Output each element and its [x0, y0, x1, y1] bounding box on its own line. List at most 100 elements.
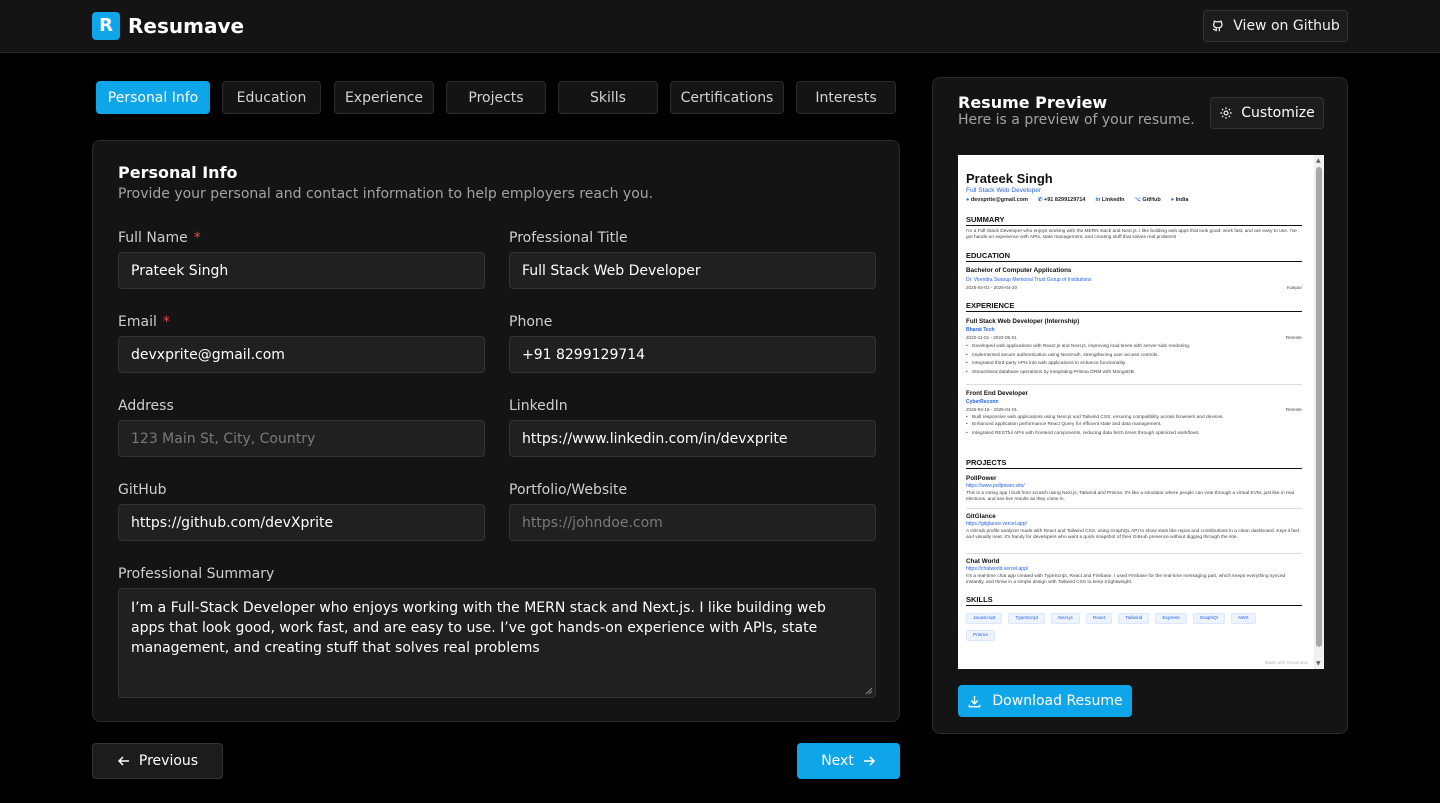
tab-interests[interactable]: Interests [796, 81, 896, 114]
email-label-text: Email [118, 314, 157, 330]
resume-job-location: Remote [1285, 335, 1302, 340]
resume-education-heading: EDUCATION [966, 251, 1302, 262]
resume-job-dates: 2022-11-01 - 2023-05-01 [966, 335, 1017, 340]
tab-projects[interactable]: Projects [446, 81, 546, 114]
previous-button-label: Previous [138, 753, 199, 769]
resume-bullet: Built responsive web applications using … [966, 414, 1302, 421]
preview-scrollbar[interactable]: ▲ ▼ [1314, 155, 1324, 669]
resume-project-desc: This is a voting app I built from scratc… [966, 491, 1294, 502]
github-icon: ⌥ [1134, 197, 1141, 203]
resume-job-title: Front End Developer [966, 390, 1028, 397]
next-button[interactable]: Next [797, 743, 900, 779]
linkedin-input[interactable]: https://www.linkedin.com/in/devxprite [509, 420, 876, 457]
portfolio-input[interactable]: https://johndoe.com [509, 504, 876, 541]
professional-title-input[interactable]: Full Stack Web Developer [509, 252, 876, 289]
phone-icon: ✆ [1037, 197, 1043, 203]
download-icon [969, 695, 981, 707]
resume-job-bullets: Developed web applications with React.js… [966, 343, 1302, 377]
card-subtitle: Provide your personal and contact inform… [118, 186, 654, 202]
resume-project-name: GitGlance [966, 513, 996, 520]
resume-location: ● India [1171, 197, 1189, 203]
view-on-github-button[interactable]: View on Github [1203, 10, 1348, 42]
resume-bullet: Integrated RESTful APIs with frontend co… [966, 430, 1302, 439]
arrow-right-icon [863, 756, 875, 766]
full-name-input[interactable]: Prateek Singh [118, 252, 485, 289]
resume-job-meta: 2022-11-01 - 2023-05-01 Remote [966, 335, 1302, 340]
tab-skills[interactable]: Skills [558, 81, 658, 114]
resume-phone[interactable]: ✆ +91 8299129714 [1038, 197, 1086, 203]
scrollbar-thumb[interactable] [1316, 167, 1322, 647]
tab-certifications[interactable]: Certifications [670, 81, 784, 114]
address-input[interactable]: 123 Main St, City, Country [118, 420, 485, 457]
resume-project-url[interactable]: https://chatworld.vercel.app/ [966, 566, 1302, 572]
github-button-label: View on Github [1233, 18, 1340, 34]
skill-chip: Next.js [1051, 613, 1080, 624]
required-mark: * [193, 230, 201, 246]
email-input[interactable]: devxprite@gmail.com [118, 336, 485, 373]
resume-bullet: Implemented secure authentication using … [966, 352, 1302, 361]
email-label: Email * [118, 314, 170, 330]
skill-chip: React [1085, 613, 1113, 624]
scroll-up-icon[interactable]: ▲ [1316, 157, 1321, 164]
resume-paper[interactable]: Prateek Singh Full Stack Web Developer ●… [958, 155, 1324, 669]
resume-skills-list: JavaScript TypeScript Next.js React Tail… [966, 613, 1266, 641]
resume-job-title: Full Stack Web Developer (Internship) [966, 318, 1080, 325]
resume-education-meta: 2025-04-01 - 2025-04-20 Kanpur [966, 285, 1302, 290]
summary-text: I’m a Full-Stack Developer who enjoys wo… [131, 600, 826, 656]
skill-chip: AWS [1230, 613, 1256, 624]
logo-icon[interactable]: R [92, 12, 120, 40]
resize-handle-icon[interactable] [865, 687, 873, 695]
resume-linkedin-text: LinkedIn [1101, 197, 1125, 203]
preview-subtitle: Here is a preview of your resume. [958, 112, 1195, 128]
resume-degree: Bachelor of Computer Applications [966, 267, 1072, 274]
phone-label: Phone [509, 314, 553, 330]
tab-education[interactable]: Education [222, 81, 321, 114]
scroll-down-icon[interactable]: ▼ [1316, 660, 1321, 667]
preview-title: Resume Preview [958, 93, 1108, 112]
resume-education-location: Kanpur [1287, 285, 1302, 290]
resume-bullet: Integrated third-party APIs into web app… [966, 360, 1302, 369]
tab-personal-info[interactable]: Personal Info [96, 81, 210, 114]
previous-button[interactable]: Previous [92, 743, 223, 779]
portfolio-label: Portfolio/Website [509, 482, 628, 498]
address-label: Address [118, 398, 174, 414]
resume-footer: Made with Resumave [1264, 660, 1308, 665]
resume-experience-heading: EXPERIENCE [966, 301, 1302, 312]
resume-github-text: GitHub [1142, 197, 1161, 203]
resume-linkedin[interactable]: in LinkedIn [1095, 197, 1124, 203]
resume-github[interactable]: ⌥ GitHub [1135, 197, 1161, 203]
resume-skills-heading: SKILLS [966, 595, 1302, 606]
resume-bullet: Enhanced application performance React Q… [966, 421, 1302, 430]
resume-location-text: India [1175, 197, 1189, 203]
resume-project-url[interactable]: https://www.pollpower.site/ [966, 483, 1302, 489]
github-icon [1213, 20, 1223, 32]
customize-button[interactable]: Customize [1210, 97, 1324, 129]
github-label: GitHub [118, 482, 167, 498]
resume-name: Prateek Singh [966, 171, 1302, 186]
phone-input[interactable]: +91 8299129714 [509, 336, 876, 373]
resume-role: Full Stack Web Developer [966, 187, 1302, 194]
resume-summary-heading: SUMMARY [966, 215, 1302, 226]
tab-experience[interactable]: Experience [334, 81, 434, 114]
card-title: Personal Info [118, 163, 238, 182]
resume-phone-text: +91 8299129714 [1044, 197, 1086, 203]
resume-company: Bharat Tech [966, 327, 995, 333]
resume-email[interactable]: ● devxprite@gmail.com [966, 197, 1028, 203]
resume-company: CyberReconn [966, 399, 999, 405]
skill-chip: Express [1155, 613, 1187, 624]
resume-project-name: Chat World [966, 558, 1000, 565]
summary-textarea[interactable]: I’m a Full-Stack Developer who enjoys wo… [118, 588, 876, 698]
resume-project-url[interactable]: https://gitglance.vercel.app/ [966, 521, 1302, 527]
mail-icon: ● [966, 197, 970, 203]
download-resume-button[interactable]: Download Resume [958, 685, 1132, 717]
github-input[interactable]: https://github.com/devXprite [118, 504, 485, 541]
resume-project-desc: A GitHub profile analyzer made with Reac… [966, 529, 1300, 540]
top-bar: R Resumave View on Github [0, 0, 1440, 53]
brand-name[interactable]: Resumave [128, 12, 244, 40]
resume-divider [966, 508, 1302, 509]
full-name-label-text: Full Name [118, 230, 188, 246]
linkedin-icon: in [1095, 197, 1101, 203]
gear-icon [1220, 107, 1232, 119]
linkedin-label: LinkedIn [509, 398, 568, 414]
location-icon: ● [1170, 197, 1175, 203]
